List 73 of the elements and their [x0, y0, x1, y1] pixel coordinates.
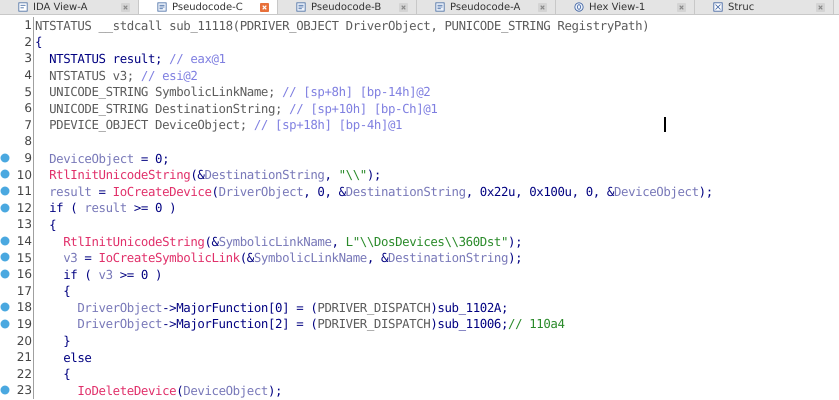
code-line: RtlInitUnicodeString(&DestinationString, "\\"); [48, 167, 381, 182]
close-icon[interactable] [677, 2, 686, 12]
close-icon[interactable] [121, 2, 130, 12]
line-number: 13 [16, 217, 32, 232]
breakpoint-icon[interactable] [0, 385, 10, 396]
code-line: UNICODE_STRING DestinationString; // [sp+10h] [bp-Ch]@1 [48, 100, 438, 116]
line-number: 4 [24, 68, 32, 82]
line-number: 22 [16, 366, 32, 381]
breakpoint-icon[interactable] [0, 252, 10, 262]
code-line: NTSTATUS __stdcall sub_11118(PDRIVER_OBJECT DriverObject, PUNICODE_STRING RegistryPath) [35, 18, 650, 33]
code-line: if ( v3 >= 0 ) [62, 266, 162, 282]
breakpoint-icon[interactable] [0, 202, 10, 213]
struct-icon [713, 2, 723, 12]
code-line: { [48, 216, 56, 232]
line-number: 12 [16, 200, 32, 215]
line-number: 9 [24, 151, 32, 166]
code-line: if ( result >= 0 ) [48, 200, 176, 216]
code-line: DeviceObject = 0; [48, 150, 170, 166]
tab[interactable]: Hex View-1 [556, 0, 695, 14]
tab[interactable]: IDA View-A [0, 0, 139, 14]
line-number: 6 [24, 101, 32, 116]
line-number: 19 [16, 316, 32, 331]
tab[interactable]: Pseudocode-B [278, 0, 417, 14]
code-line: else [62, 350, 92, 365]
tab[interactable]: Pseudocode-A [417, 0, 556, 14]
line-number: 10 [16, 168, 32, 182]
document-icon [435, 2, 445, 12]
line-number: 20 [16, 334, 32, 348]
line-number: 21 [16, 350, 32, 364]
line-number: 18 [16, 300, 32, 314]
code-line: result = IoCreateDevice(DriverObject, 0, &DestinationString, 0x22u, 0x100u, 0, &DeviceObject); [48, 184, 713, 199]
document-icon [157, 2, 167, 12]
code-line: PDEVICE_OBJECT DeviceObject; // [sp+18h] [bp-4h]@1 [48, 117, 402, 132]
line-number: 1 [24, 18, 32, 32]
line-number: 16 [16, 267, 32, 282]
code-line: { [62, 283, 70, 298]
breakpoint-icon[interactable] [0, 186, 10, 196]
tab[interactable]: Struc [695, 0, 834, 14]
line-number: 7 [24, 118, 32, 132]
code-line: v3 = IoCreateSymbolicLink(&SymbolicLinkName, &DestinationString); [62, 250, 522, 266]
graph-icon [18, 2, 28, 12]
code-line: NTSTATUS result; // eax@1 [48, 50, 226, 66]
breakpoint-icon[interactable] [0, 268, 10, 279]
line-number: 5 [24, 84, 32, 99]
line-number: 3 [24, 51, 32, 66]
code-line: } [62, 333, 70, 348]
hex-icon [574, 2, 584, 12]
code-line: RtlInitUnicodeString(&SymbolicLinkName, L"\\DosDevices\\360Dst"); [62, 234, 522, 249]
close-icon[interactable] [399, 2, 408, 12]
line-number: 8 [24, 134, 32, 148]
code-line: NTSTATUS v3; // esi@2 [48, 68, 198, 83]
line-number: 2 [24, 34, 32, 49]
close-icon[interactable] [816, 2, 825, 12]
line-number: 17 [16, 284, 32, 298]
code-line: IoDeleteDevice(DeviceObject); [76, 382, 282, 398]
breakpoint-icon[interactable] [0, 236, 10, 246]
code-line: DriverObject->MajorFunction[2] = (PDRIVER_DISPATCH)sub_11006;// 110a4 [76, 316, 565, 332]
line-number: 11 [16, 184, 32, 198]
breakpoint-icon[interactable] [0, 302, 10, 312]
tab[interactable]: Pseudocode-C [139, 0, 278, 14]
code-line: UNICODE_STRING SymbolicLinkName; // [sp+8h] [bp-14h]@2 [48, 84, 430, 100]
code-line: { [62, 366, 70, 382]
line-number: 14 [16, 234, 32, 248]
breakpoint-icon[interactable] [0, 152, 10, 163]
close-icon[interactable] [260, 2, 269, 12]
line-number: 15 [16, 250, 32, 265]
breakpoint-icon[interactable] [0, 169, 10, 180]
document-icon [296, 2, 306, 12]
code-line: { [35, 34, 42, 50]
breakpoint-icon[interactable] [0, 318, 10, 329]
line-number: 23 [16, 383, 32, 398]
close-icon[interactable] [538, 2, 547, 12]
code-line: DriverObject->MajorFunction[0] = (PDRIVER_DISPATCH)sub_1102A; [76, 300, 508, 315]
